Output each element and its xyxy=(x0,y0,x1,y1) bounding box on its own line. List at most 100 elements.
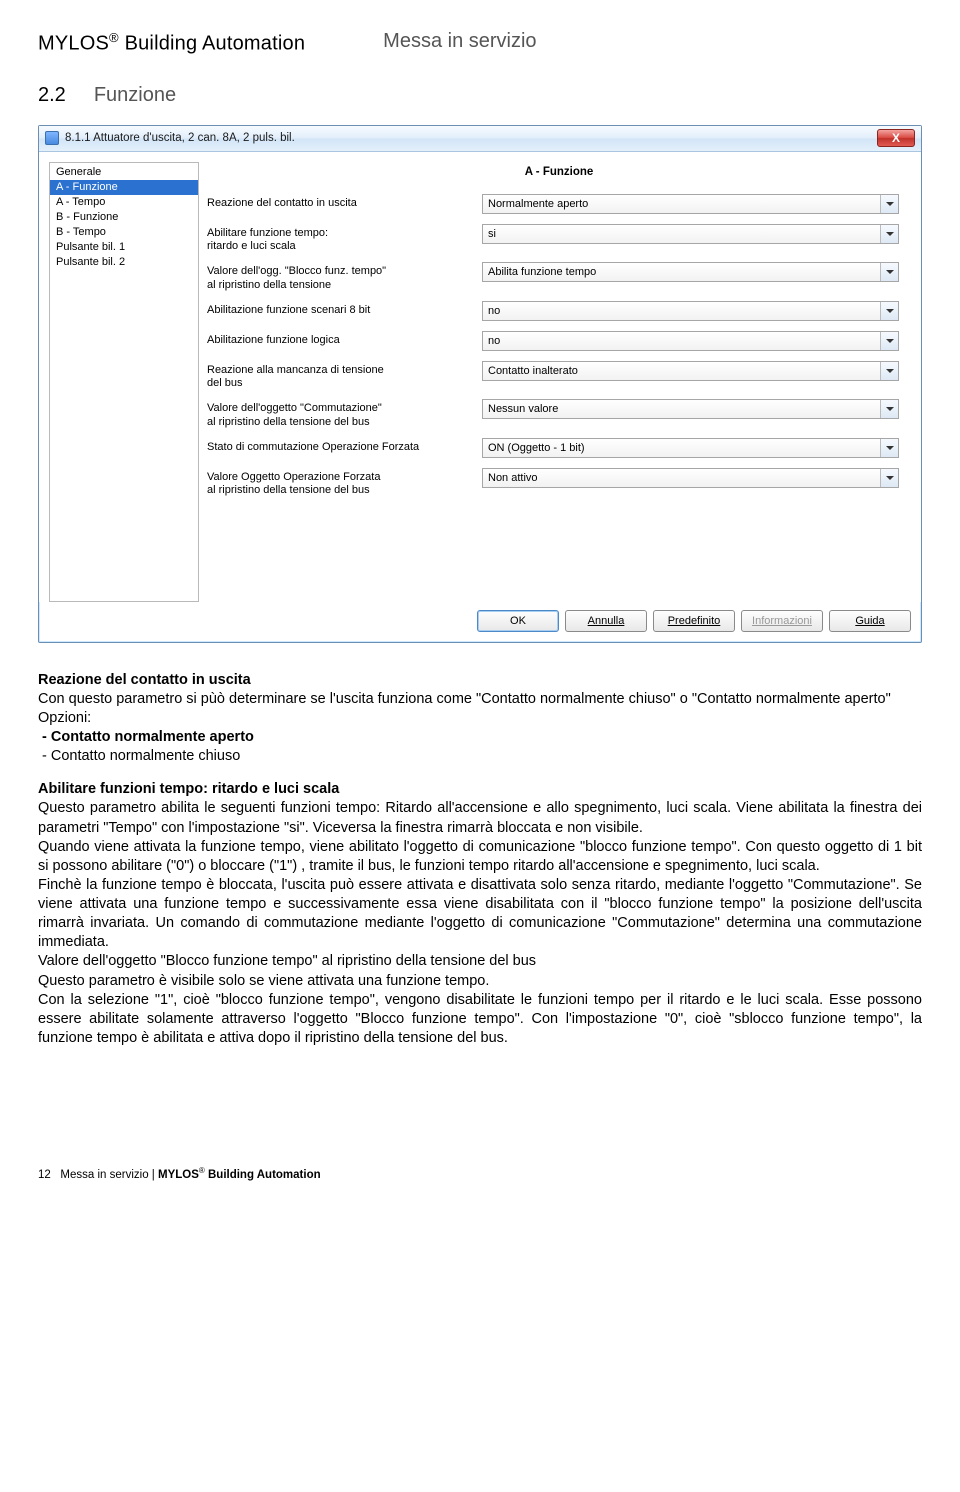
form-row-3: Abilitazione funzione scenari 8 bit no xyxy=(207,301,899,323)
combo-3[interactable]: no xyxy=(482,301,899,321)
para-1: Con questo parametro si pùò determinare … xyxy=(38,690,922,709)
combo-8[interactable]: Non attivo xyxy=(482,468,899,488)
combo-4[interactable]: no xyxy=(482,331,899,351)
combo-6[interactable]: Nessun valore xyxy=(482,399,899,419)
page-footer: 12 Messa in servizio | MYLOS® Building A… xyxy=(38,1166,922,1181)
footer-text-3: Building Automation xyxy=(205,1169,321,1181)
footer-text-1: Messa in servizio xyxy=(60,1169,148,1181)
form-label-4: Abilitazione funzione logica xyxy=(207,331,482,348)
combo-value-6: Nessun valore xyxy=(488,403,558,415)
subsection-heading: 2.2 Funzione xyxy=(38,84,922,107)
page-header: MYLOS® Building Automation Messa in serv… xyxy=(38,30,922,56)
form-label-6: Valore dell'oggetto "Commutazione"al rip… xyxy=(207,399,482,430)
ok-label: OK xyxy=(510,615,526,627)
options-list: Contatto normalmente aperto Contatto nor… xyxy=(38,728,922,766)
para-6: Questo parametro è visibile solo se vien… xyxy=(38,972,922,991)
settings-dialog: 8.1.1 Attuatore d'uscita, 2 can. 8A, 2 p… xyxy=(38,125,922,643)
info-button[interactable]: Informazioni xyxy=(741,610,823,632)
help-label: Guida xyxy=(855,615,884,627)
chevron-down-icon xyxy=(880,302,898,320)
form-label-3: Abilitazione funzione scenari 8 bit xyxy=(207,301,482,318)
combo-value-8: Non attivo xyxy=(488,472,538,484)
chevron-down-icon xyxy=(880,332,898,350)
document-body: Reazione del contatto in uscita Con ques… xyxy=(38,671,922,1048)
form-row-8: Valore Oggetto Operazione Forzataal ripr… xyxy=(207,468,899,499)
combo-5[interactable]: Contatto inalterato xyxy=(482,361,899,381)
default-button[interactable]: Predefinito xyxy=(653,610,735,632)
dialog-button-bar: OK Annulla Predefinito Informazioni Guid… xyxy=(39,602,921,642)
chevron-down-icon xyxy=(880,362,898,380)
section-heading: Messa in servizio xyxy=(383,30,536,56)
registered-icon: ® xyxy=(109,30,119,45)
panel: A - Funzione Reazione del contatto in us… xyxy=(207,162,911,602)
close-icon: X xyxy=(892,131,900,145)
combo-0[interactable]: Normalmente aperto xyxy=(482,194,899,214)
form-label-1: Abilitare funzione tempo:ritardo e luci … xyxy=(207,224,482,255)
combo-value-0: Normalmente aperto xyxy=(488,198,588,210)
form-row-1: Abilitare funzione tempo:ritardo e luci … xyxy=(207,224,899,255)
combo-value-4: no xyxy=(488,335,500,347)
form-label-7: Stato di commutazione Operazione Forzata xyxy=(207,438,482,455)
para-5: Valore dell'oggetto "Blocco funzione tem… xyxy=(38,952,922,971)
para-7: Con la selezione "1", cioè "blocco funzi… xyxy=(38,991,922,1048)
page-number: 12 xyxy=(38,1169,51,1181)
para-3: Quando viene attivata la funzione tempo,… xyxy=(38,838,922,876)
default-label: Predefinito xyxy=(668,615,721,627)
form-row-7: Stato di commutazione Operazione Forzata… xyxy=(207,438,899,460)
form-row-4: Abilitazione funzione logica no xyxy=(207,331,899,353)
form-row-6: Valore dell'oggetto "Commutazione"al rip… xyxy=(207,399,899,430)
combo-2[interactable]: Abilita funzione tempo xyxy=(482,262,899,282)
sidebar-item-1[interactable]: A - Funzione xyxy=(50,180,198,195)
combo-value-1: si xyxy=(488,228,496,240)
cancel-button[interactable]: Annulla xyxy=(565,610,647,632)
sidebar-item-6[interactable]: Pulsante bil. 2 xyxy=(50,255,198,270)
brand-name: MYLOS xyxy=(38,33,109,55)
options-label: Opzioni: xyxy=(38,709,922,728)
combo-value-5: Contatto inalterato xyxy=(488,365,578,377)
help-button[interactable]: Guida xyxy=(829,610,911,632)
sidebar: GeneraleA - FunzioneA - TempoB - Funzion… xyxy=(49,162,199,602)
form-label-0: Reazione del contatto in uscita xyxy=(207,194,482,211)
sidebar-item-0[interactable]: Generale xyxy=(50,165,198,180)
chevron-down-icon xyxy=(880,195,898,213)
panel-title: A - Funzione xyxy=(207,166,911,178)
window-titlebar[interactable]: 8.1.1 Attuatore d'uscita, 2 can. 8A, 2 p… xyxy=(39,126,921,152)
form-row-0: Reazione del contatto in uscita Normalmen… xyxy=(207,194,899,216)
para-h2: Abilitare funzioni tempo: ritardo e luci… xyxy=(38,780,922,799)
option-1: Contatto normalmente aperto xyxy=(38,728,922,747)
footer-brand: MYLOS xyxy=(158,1169,199,1181)
para-h1: Reazione del contatto in uscita xyxy=(38,671,922,690)
brand-title: MYLOS® Building Automation xyxy=(38,30,305,56)
subsection-number: 2.2 xyxy=(38,84,66,106)
chevron-down-icon xyxy=(880,225,898,243)
form-row-5: Reazione alla mancanza di tensionedel bu… xyxy=(207,361,899,392)
combo-7[interactable]: ON (Oggetto - 1 bit) xyxy=(482,438,899,458)
combo-1[interactable]: si xyxy=(482,224,899,244)
app-icon xyxy=(45,131,59,145)
cancel-label: Annulla xyxy=(588,615,625,627)
window-title: 8.1.1 Attuatore d'uscita, 2 can. 8A, 2 p… xyxy=(65,132,295,144)
footer-sep: | xyxy=(149,1169,158,1181)
form-label-2: Valore dell'ogg. "Blocco funz. tempo"al … xyxy=(207,262,482,293)
chevron-down-icon xyxy=(880,263,898,281)
info-label: Informazioni xyxy=(752,615,812,627)
chevron-down-icon xyxy=(880,439,898,457)
option-2: Contatto normalmente chiuso xyxy=(38,747,922,766)
brand-suffix: Building Automation xyxy=(119,33,305,55)
form-label-8: Valore Oggetto Operazione Forzataal ripr… xyxy=(207,468,482,499)
subsection-name: Funzione xyxy=(94,84,176,106)
combo-value-3: no xyxy=(488,305,500,317)
sidebar-item-5[interactable]: Pulsante bil. 1 xyxy=(50,240,198,255)
ok-button[interactable]: OK xyxy=(477,610,559,632)
sidebar-item-2[interactable]: A - Tempo xyxy=(50,195,198,210)
combo-value-7: ON (Oggetto - 1 bit) xyxy=(488,442,585,454)
form-row-2: Valore dell'ogg. "Blocco funz. tempo"al … xyxy=(207,262,899,293)
combo-value-2: Abilita funzione tempo xyxy=(488,266,596,278)
form-label-5: Reazione alla mancanza di tensionedel bu… xyxy=(207,361,482,392)
sidebar-item-4[interactable]: B - Tempo xyxy=(50,225,198,240)
para-4: Finchè la funzione tempo è bloccata, l'u… xyxy=(38,876,922,953)
para-2: Questo parametro abilita le seguenti fun… xyxy=(38,799,922,837)
sidebar-item-3[interactable]: B - Funzione xyxy=(50,210,198,225)
close-button[interactable]: X xyxy=(877,129,915,147)
chevron-down-icon xyxy=(880,469,898,487)
